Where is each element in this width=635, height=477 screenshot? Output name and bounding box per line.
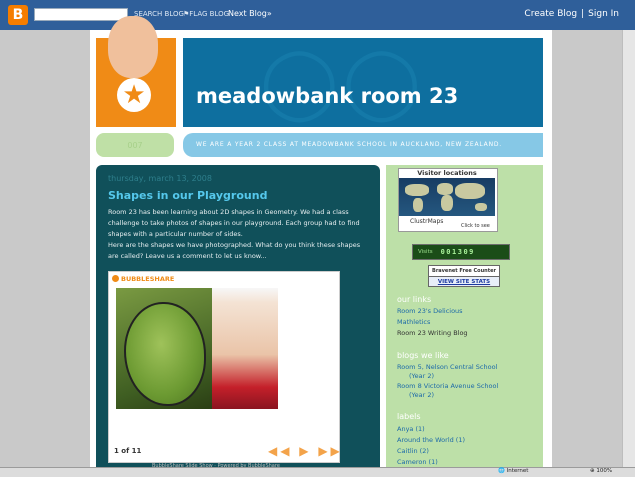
- map-landmass: [455, 183, 485, 199]
- navbar-search-input[interactable]: [34, 8, 128, 21]
- blogs-we-like-heading: blogs we like: [397, 351, 449, 360]
- world-map-image[interactable]: [399, 178, 495, 216]
- map-landmass: [475, 203, 487, 211]
- header-watermark-graphic: ◯◯: [260, 40, 425, 122]
- create-blog-link[interactable]: Create Blog: [524, 9, 577, 19]
- blogger-logo-icon[interactable]: B: [8, 5, 28, 25]
- sign-in-link[interactable]: Sign In: [588, 9, 619, 19]
- blog-link-line: (Year 2): [409, 372, 435, 380]
- post-body: Room 23 has been learning about 2D shape…: [108, 207, 370, 262]
- bubbleshare-logo-text: BUBBLESHARE: [121, 275, 175, 283]
- bubbleshare-dot-icon: [112, 275, 119, 282]
- vertical-scrollbar[interactable]: [622, 30, 635, 476]
- blog-link-line: (Year 2): [409, 391, 435, 399]
- label-link[interactable]: Cameron (1): [397, 458, 438, 467]
- blog-link[interactable]: Room 8 Victoria Avenue School (Year 2): [397, 382, 498, 400]
- label-link[interactable]: Caitlin (2): [397, 447, 429, 456]
- sidebar-link[interactable]: Mathletics: [397, 318, 430, 327]
- flag-blog-label: FLAG BLOG: [189, 10, 230, 18]
- star-icon: ★: [117, 78, 151, 112]
- blog-link-line: Room 5, Nelson Central School: [397, 363, 498, 371]
- flag-blog-link[interactable]: ⚑FLAG BLOG: [183, 10, 229, 18]
- post-paragraph: Here are the shapes we have photographed…: [108, 241, 361, 260]
- tagline-left-tab: 007: [96, 133, 174, 157]
- hit-counter: Visits 001309: [412, 244, 510, 260]
- blog-link-line: Room 8 Victoria Avenue School: [397, 382, 499, 390]
- zoom-label: 100%: [596, 468, 613, 474]
- our-links-heading: our links: [397, 295, 432, 304]
- blog-description: WE ARE A YEAR 2 CLASS AT MEADOWBANK SCHO…: [196, 141, 503, 148]
- post-title[interactable]: Shapes in our Playground: [108, 189, 267, 202]
- map-landmass: [413, 198, 423, 212]
- hit-counter-digits: 001309: [440, 248, 475, 256]
- sidebar-link[interactable]: Room 23 Writing Blog: [397, 329, 468, 338]
- bubbleshare-logo[interactable]: BUBBLESHARE: [112, 275, 174, 283]
- slideshow-controls[interactable]: ◀◀ ▶ ▶▶: [268, 444, 343, 458]
- navbar-right-links: Create Blog | Sign In: [524, 9, 619, 19]
- slide-counter: 1 of 11: [114, 447, 142, 455]
- labels-heading: labels: [397, 412, 421, 421]
- map-landmass: [405, 184, 429, 196]
- clustrmaps-brand[interactable]: ClustrMaps: [410, 218, 443, 225]
- view-site-stats-link[interactable]: VIEW SITE STATS: [428, 276, 500, 287]
- post-date: thursday, march 13, 2008: [108, 174, 212, 183]
- zoom-level[interactable]: ⊕ 100%: [590, 468, 612, 474]
- photo-child-face: [108, 16, 158, 78]
- label-link[interactable]: Anya (1): [397, 425, 425, 434]
- blogger-navbar: B SEARCH BLOG ⚑FLAG BLOG Next Blog» Crea…: [0, 0, 635, 30]
- map-title: Visitor locations: [417, 169, 477, 177]
- blog-link[interactable]: Room 5, Nelson Central School (Year 2): [397, 363, 497, 381]
- slideshow-photo[interactable]: [116, 288, 278, 409]
- nav-separator: |: [581, 9, 585, 19]
- blog-title[interactable]: meadowbank room 23: [196, 84, 458, 108]
- sidebar-link[interactable]: Room 23's Delicious: [397, 307, 463, 316]
- next-blog-link[interactable]: Next Blog»: [228, 9, 272, 18]
- label-link[interactable]: Around the World (1): [397, 436, 465, 445]
- hit-counter-label: Visits: [418, 249, 433, 255]
- post-paragraph: Room 23 has been learning about 2D shape…: [108, 208, 360, 238]
- map-landmass: [441, 195, 453, 211]
- map-landmass: [437, 183, 453, 195]
- map-click-to-see[interactable]: Click to see: [461, 223, 490, 229]
- photo-child: [212, 288, 278, 409]
- zoom-icon: ⊕: [590, 468, 595, 474]
- photo-leaf-shape: [124, 302, 206, 406]
- status-zone: 🌐 Internet: [498, 468, 528, 474]
- status-zone-label: Internet: [506, 468, 529, 474]
- globe-icon: 🌐: [498, 468, 505, 474]
